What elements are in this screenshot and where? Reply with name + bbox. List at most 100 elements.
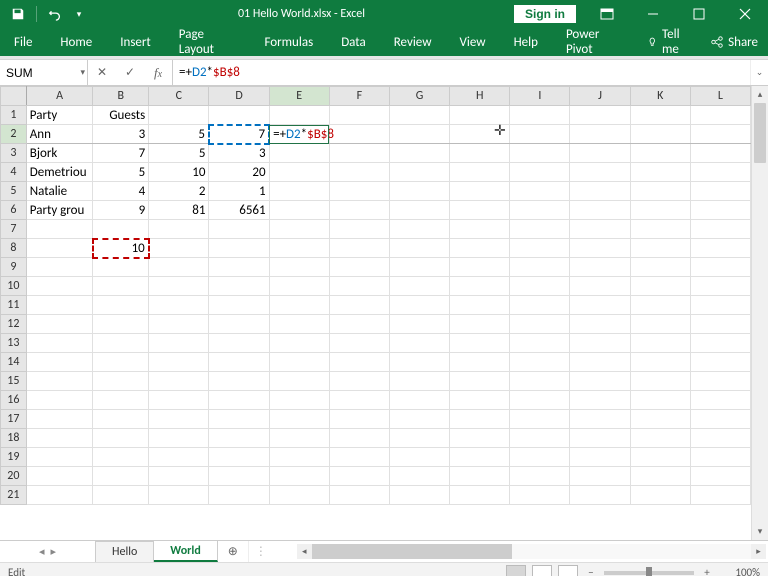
zoom-slider[interactable] (604, 571, 694, 575)
cell-G4[interactable] (389, 163, 449, 182)
cell-I12[interactable] (510, 315, 570, 334)
share-button[interactable]: Share (700, 35, 768, 50)
column-header-D[interactable]: D (209, 87, 269, 106)
cell-K18[interactable] (630, 429, 690, 448)
cell-D5[interactable]: 1 (209, 182, 269, 201)
cell-A5[interactable]: Natalie (26, 182, 93, 201)
cell-C11[interactable] (149, 296, 209, 315)
formula-input[interactable]: =+D2*$B$8 (173, 60, 750, 85)
cell-E21[interactable] (269, 486, 329, 505)
row-header-3[interactable]: 3 (1, 144, 27, 163)
column-header-I[interactable]: I (510, 87, 570, 106)
view-page-break-button[interactable] (558, 565, 578, 576)
cell-G20[interactable] (389, 467, 449, 486)
cell-L13[interactable] (690, 334, 750, 353)
sheet-nav-prev-icon[interactable]: ◂ (39, 545, 45, 558)
cell-I20[interactable] (510, 467, 570, 486)
cell-L17[interactable] (690, 410, 750, 429)
cell-G14[interactable] (389, 353, 449, 372)
cell-F4[interactable] (329, 163, 389, 182)
cell-L18[interactable] (690, 429, 750, 448)
expand-formula-bar-button[interactable]: ⌄ (750, 60, 768, 85)
cell-G6[interactable] (389, 201, 449, 220)
tell-me-button[interactable]: Tell me (637, 27, 700, 57)
column-header-G[interactable]: G (389, 87, 449, 106)
cell-E5[interactable] (269, 182, 329, 201)
cell-K5[interactable] (630, 182, 690, 201)
row-header-11[interactable]: 11 (1, 296, 27, 315)
cell-H16[interactable] (450, 391, 510, 410)
cell-L12[interactable] (690, 315, 750, 334)
cell-K20[interactable] (630, 467, 690, 486)
cell-F9[interactable] (329, 258, 389, 277)
cell-F1[interactable] (329, 106, 389, 125)
row-header-1[interactable]: 1 (1, 106, 27, 125)
cell-D9[interactable] (209, 258, 269, 277)
cell-H5[interactable] (450, 182, 510, 201)
cell-I21[interactable] (510, 486, 570, 505)
cell-F21[interactable] (329, 486, 389, 505)
cell-J9[interactable] (570, 258, 630, 277)
cell-E20[interactable] (269, 467, 329, 486)
horizontal-scrollbar[interactable]: ◂ ▸ (297, 544, 766, 559)
cell-A9[interactable] (26, 258, 93, 277)
cell-G15[interactable] (389, 372, 449, 391)
cell-F7[interactable] (329, 220, 389, 239)
cell-D15[interactable] (209, 372, 269, 391)
cell-E12[interactable] (269, 315, 329, 334)
cell-H3[interactable] (450, 144, 510, 163)
cell-C7[interactable] (149, 220, 209, 239)
vertical-scrollbar[interactable]: ▴ ▾ (751, 86, 768, 540)
cell-D4[interactable]: 20 (209, 163, 269, 182)
cell-H4[interactable] (450, 163, 510, 182)
cell-B13[interactable] (93, 334, 149, 353)
cell-K17[interactable] (630, 410, 690, 429)
cell-F18[interactable] (329, 429, 389, 448)
cell-C21[interactable] (149, 486, 209, 505)
cell-J6[interactable] (570, 201, 630, 220)
tab-file[interactable]: File (0, 28, 46, 56)
cell-B10[interactable] (93, 277, 149, 296)
cell-L9[interactable] (690, 258, 750, 277)
cell-E13[interactable] (269, 334, 329, 353)
cell-E8[interactable] (269, 239, 329, 258)
cell-F19[interactable] (329, 448, 389, 467)
cell-J13[interactable] (570, 334, 630, 353)
cell-G5[interactable] (389, 182, 449, 201)
cell-B4[interactable]: 5 (93, 163, 149, 182)
row-header-5[interactable]: 5 (1, 182, 27, 201)
cell-E1[interactable] (269, 106, 329, 125)
cell-K1[interactable] (630, 106, 690, 125)
cell-A13[interactable] (26, 334, 93, 353)
row-header-8[interactable]: 8 (1, 239, 27, 258)
zoom-in-button[interactable]: + (700, 566, 714, 576)
cell-F12[interactable] (329, 315, 389, 334)
sheet-nav-next-icon[interactable]: ▸ (51, 545, 57, 558)
cell-D10[interactable] (209, 277, 269, 296)
cell-F6[interactable] (329, 201, 389, 220)
cell-L19[interactable] (690, 448, 750, 467)
tab-data[interactable]: Data (327, 28, 380, 56)
cell-B6[interactable]: 9 (93, 201, 149, 220)
cell-B18[interactable] (93, 429, 149, 448)
cell-K13[interactable] (630, 334, 690, 353)
cell-H13[interactable] (450, 334, 510, 353)
cell-H11[interactable] (450, 296, 510, 315)
cell-I9[interactable] (510, 258, 570, 277)
cell-D13[interactable] (209, 334, 269, 353)
cell-D16[interactable] (209, 391, 269, 410)
cell-K11[interactable] (630, 296, 690, 315)
cell-B1[interactable]: Guests (93, 106, 149, 125)
vscroll-thumb[interactable] (754, 103, 766, 163)
row-header-13[interactable]: 13 (1, 334, 27, 353)
cell-D6[interactable]: 6561 (209, 201, 269, 220)
cell-F10[interactable] (329, 277, 389, 296)
cell-F5[interactable] (329, 182, 389, 201)
cell-C2[interactable]: 5 (149, 125, 209, 144)
row-header-16[interactable]: 16 (1, 391, 27, 410)
cell-B15[interactable] (93, 372, 149, 391)
cell-K21[interactable] (630, 486, 690, 505)
cell-C15[interactable] (149, 372, 209, 391)
cell-A1[interactable]: Party (26, 106, 93, 125)
cell-B8[interactable]: 10 (93, 239, 149, 258)
